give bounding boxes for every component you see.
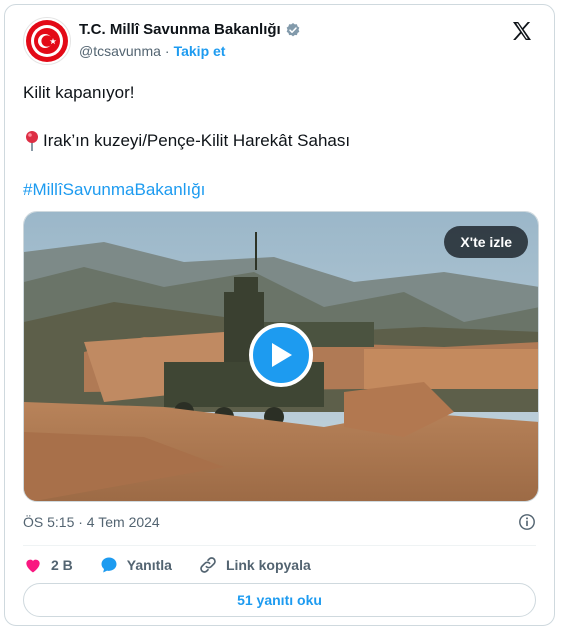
- author-handle[interactable]: @tcsavunma: [79, 43, 161, 59]
- play-button[interactable]: [249, 323, 313, 387]
- tweet-text-line-2: Irak’ın kuzeyi/Pençe-Kilit Harekât Sahas…: [23, 130, 350, 152]
- avatar[interactable]: [23, 17, 71, 65]
- link-icon: [200, 557, 216, 573]
- round-pushpin-icon: [26, 131, 38, 151]
- reply-bubble-icon: [101, 557, 117, 573]
- hashtag-link[interactable]: #MillîSavunmaBakanlığı: [23, 179, 205, 201]
- action-bar: 2 B Yanıtla Link kopyala: [23, 555, 337, 575]
- x-logo-icon[interactable]: [510, 19, 534, 43]
- author-name[interactable]: T.C. Millî Savunma Bakanlığı: [79, 21, 281, 38]
- author-name-row: T.C. Millî Savunma Bakanlığı: [79, 21, 301, 38]
- author-handle-row: @tcsavunma · Takip et: [79, 43, 225, 59]
- ministry-seal-icon: [26, 20, 68, 62]
- video-player[interactable]: X'te izle: [23, 211, 539, 502]
- location-text: Irak’ın kuzeyi/Pençe-Kilit Harekât Sahas…: [43, 131, 351, 150]
- tweet-header: T.C. Millî Savunma Bakanlığı @tcsavunma …: [23, 17, 538, 67]
- reply-button[interactable]: Yanıtla: [99, 555, 172, 575]
- watch-on-x-button[interactable]: X'te izle: [444, 226, 528, 258]
- verified-badge-icon: [286, 22, 300, 36]
- play-icon: [272, 343, 292, 367]
- reply-label: Yanıtla: [126, 557, 172, 573]
- like-button[interactable]: 2 B: [23, 555, 73, 575]
- read-replies-button[interactable]: 51 yanıtı oku: [23, 583, 536, 617]
- heart-icon: [26, 559, 40, 573]
- tweet-card: T.C. Millî Savunma Bakanlığı @tcsavunma …: [4, 4, 555, 626]
- separator: ·: [164, 43, 170, 59]
- like-count: 2 B: [51, 557, 73, 573]
- copy-link-label: Link kopyala: [225, 557, 311, 573]
- copy-link-button[interactable]: Link kopyala: [198, 555, 311, 575]
- tweet-text-line-1: Kilit kapanıyor!: [23, 83, 135, 102]
- tweet-timestamp[interactable]: ÖS 5:15 · 4 Tem 2024: [23, 514, 160, 530]
- divider: [23, 545, 536, 546]
- info-icon[interactable]: [518, 513, 536, 531]
- follow-button[interactable]: Takip et: [174, 43, 226, 59]
